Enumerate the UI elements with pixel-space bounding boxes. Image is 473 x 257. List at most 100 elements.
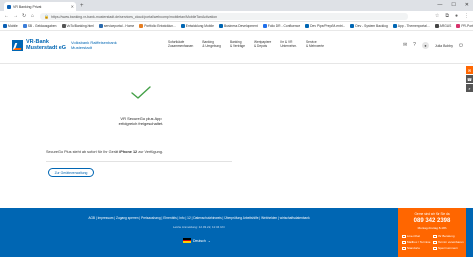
nav-item-3[interactable]: Banking & Verträge bbox=[230, 40, 245, 48]
bookmark-item[interactable]: Dev Pipe/Prep/M-entri... bbox=[305, 24, 345, 28]
tab-close-icon[interactable]: ✕ bbox=[71, 4, 74, 9]
reload-icon[interactable]: ↻ bbox=[22, 13, 26, 20]
contact-title: Gerne sind wir für Sie da bbox=[414, 212, 450, 216]
device-management-button[interactable]: Zur Geräteverwaltung bbox=[48, 168, 94, 177]
footer-links[interactable]: AGB | Impressum | Zugang sperren | Preis… bbox=[0, 216, 398, 220]
nav-item-sublabel: Unternehm. bbox=[280, 44, 297, 48]
address-bar: ← → ↻ ⌂ 🔒 https://www.banking.vr-bank-mu… bbox=[0, 11, 473, 22]
menu-icon[interactable]: ⋮ bbox=[464, 13, 469, 20]
bookmark-label: App - Themenportal... bbox=[397, 24, 430, 28]
minimize-icon[interactable]: — bbox=[437, 1, 442, 10]
bookmark-favicon-icon bbox=[262, 24, 267, 28]
divider bbox=[46, 161, 232, 162]
last-login-text: Letzte Anmeldung: 12.03.22, 11:34 Uhr bbox=[173, 225, 225, 229]
bookmark-label: VoTo/Banking.html bbox=[66, 24, 94, 28]
bookmark-label: Business Development bbox=[224, 24, 258, 28]
bookmark-favicon-icon bbox=[305, 24, 310, 28]
bookmark-favicon-icon bbox=[3, 24, 7, 28]
contact-phone[interactable]: 089 342 2398 bbox=[398, 218, 466, 224]
browser-toolbar-icons: ☆ ⧉ ● ⋮ bbox=[435, 13, 469, 20]
browser-tab[interactable]: VR Banking Privat ✕ bbox=[4, 2, 76, 11]
user-name[interactable]: Julia Bobby bbox=[435, 44, 453, 48]
home-icon[interactable]: ⌂ bbox=[31, 13, 34, 20]
contact-link[interactable]: Standorte bbox=[402, 246, 433, 250]
profile-icon[interactable]: ● bbox=[455, 13, 458, 20]
nav-item-2[interactable]: Banking & Umgebung bbox=[202, 40, 221, 48]
contact-links: Live-Chat Ihr Beratung Mailbox / Termine… bbox=[402, 234, 464, 250]
side-tab-phone-icon[interactable]: ☎ bbox=[466, 75, 473, 83]
contact-link-label: Sperrnummern bbox=[438, 246, 459, 250]
nav-item-6[interactable]: Service & Mehrwerte bbox=[306, 40, 324, 48]
bookmark-star-icon[interactable]: ☆ bbox=[435, 13, 439, 20]
contact-link-label: Mailbox / Termine bbox=[407, 240, 431, 244]
bookmark-item[interactable]: SB - Geldausgaben bbox=[22, 24, 57, 28]
bookmark-favicon-icon bbox=[180, 24, 185, 28]
contact-link-label: Termin vereinbaren bbox=[438, 240, 464, 244]
maximize-icon[interactable]: ☐ bbox=[451, 1, 455, 10]
window-controls: — ☐ ✕ bbox=[437, 1, 469, 10]
bookmark-label: Mobile bbox=[8, 24, 18, 28]
close-window-icon[interactable]: ✕ bbox=[465, 1, 469, 10]
nav-item-5[interactable]: Ihr & VR Unternehm. bbox=[280, 40, 297, 48]
side-tab-search-icon[interactable]: ⌕ bbox=[466, 84, 473, 92]
bookmark-item[interactable]: Dev - System Backlog bbox=[350, 24, 388, 28]
nav-item-4[interactable]: Wertpapiere & Depots bbox=[254, 40, 271, 48]
bookmark-item[interactable]: serviceportal - Home bbox=[98, 24, 134, 28]
bookmark-item[interactable]: PR-Portal bbox=[456, 24, 473, 28]
bookmarks-bar: Mobile SB - Geldausgaben VoTo/Banking.html… bbox=[0, 22, 473, 31]
bookmark-item[interactable]: VoTo/Banking.html bbox=[61, 24, 94, 28]
favicon-icon bbox=[7, 4, 11, 9]
contact-link[interactable]: Sperrnummern bbox=[433, 246, 464, 250]
bookmark-item[interactable]: App - Themenportal... bbox=[392, 24, 430, 28]
extensions-icon[interactable]: ⧉ bbox=[445, 13, 449, 20]
nav-item-1[interactable]: Sofortkäufe Zusammenfassen bbox=[168, 40, 193, 48]
bookmark-favicon-icon bbox=[139, 24, 144, 28]
advisor-icon bbox=[433, 234, 437, 238]
logout-icon[interactable]: ⏻ bbox=[459, 43, 463, 49]
main-content: VR SecureGo plus App erfolgreich freiges… bbox=[0, 64, 473, 208]
success-check-icon bbox=[131, 86, 151, 99]
forward-icon[interactable]: → bbox=[13, 13, 18, 20]
back-icon[interactable]: ← bbox=[4, 13, 9, 20]
bookmark-favicon-icon bbox=[350, 24, 355, 28]
language-selector[interactable]: Deutsch ⌄ bbox=[183, 238, 211, 244]
bookmark-favicon-icon bbox=[98, 24, 103, 28]
browser-tab-strip: VR Banking Privat ✕ + — ☐ ✕ bbox=[0, 0, 473, 11]
bookmark-label: Dev - System Backlog bbox=[355, 24, 388, 28]
contact-link[interactable]: Live-Chat bbox=[402, 234, 433, 238]
contact-box: Gerne sind wir für Sie da 089 342 2398 M… bbox=[398, 208, 466, 257]
bookmark-label: Folio DR - Confluence bbox=[267, 24, 301, 28]
contact-link[interactable]: Mailbox / Termine bbox=[402, 240, 433, 244]
bookmark-item[interactable]: Folio DR - Confluence bbox=[262, 24, 301, 28]
user-avatar[interactable]: ● bbox=[421, 42, 429, 49]
success-message-subtitle: erfolgreich freigeschaltet. bbox=[118, 121, 164, 126]
bookmark-item[interactable]: Business Development bbox=[219, 24, 258, 28]
device-info-text: SecureGo Plus steht ab sofort für Ihr Ge… bbox=[46, 150, 163, 154]
bank-logo[interactable]: VR-Bank Musterstadt eG Volksbank Raiffei… bbox=[12, 39, 117, 51]
bookmark-favicon-icon bbox=[219, 24, 223, 28]
chevron-down-icon: ⌄ bbox=[207, 238, 211, 243]
bookmark-item[interactable]: Portfolio Entwicklun... bbox=[139, 24, 176, 28]
bookmark-favicon-icon bbox=[434, 24, 439, 28]
contact-link-label: Live-Chat bbox=[407, 234, 420, 238]
bookmark-label: Dev Pipe/Prep/M-entri... bbox=[310, 24, 346, 28]
device-info-suffix: zur Verfügung. bbox=[137, 150, 163, 154]
url-field[interactable]: 🔒 https://www.banking.vr-bank-musterstad… bbox=[40, 13, 408, 20]
new-tab-icon[interactable]: + bbox=[80, 2, 84, 10]
chat-icon bbox=[402, 234, 406, 238]
lock-icon bbox=[433, 246, 437, 250]
language-label: Deutsch bbox=[193, 238, 206, 243]
nav-item-sublabel: & Umgebung bbox=[202, 44, 221, 48]
mailbox-icon[interactable]: ✉ bbox=[403, 42, 407, 49]
bookmark-item[interactable]: Mobile bbox=[3, 24, 18, 28]
contact-link[interactable]: Termin vereinbaren bbox=[433, 240, 464, 244]
url-text: https://www.banking.vr-bank-musterstadt.… bbox=[50, 14, 218, 19]
contact-link[interactable]: Ihr Beratung bbox=[433, 234, 464, 238]
help-icon[interactable]: ? bbox=[413, 42, 416, 49]
contact-link-label: Standorte bbox=[407, 246, 421, 250]
bookmark-item[interactable]: ARGUS bbox=[434, 24, 451, 28]
side-tab-chat-icon[interactable]: ✉ bbox=[466, 66, 473, 74]
tab-title: VR Banking Privat bbox=[13, 4, 42, 9]
bookmark-item[interactable]: Entwicklung Mobile bbox=[180, 24, 214, 28]
side-quick-tabs: ✉ ☎ ⌕ bbox=[466, 66, 473, 92]
